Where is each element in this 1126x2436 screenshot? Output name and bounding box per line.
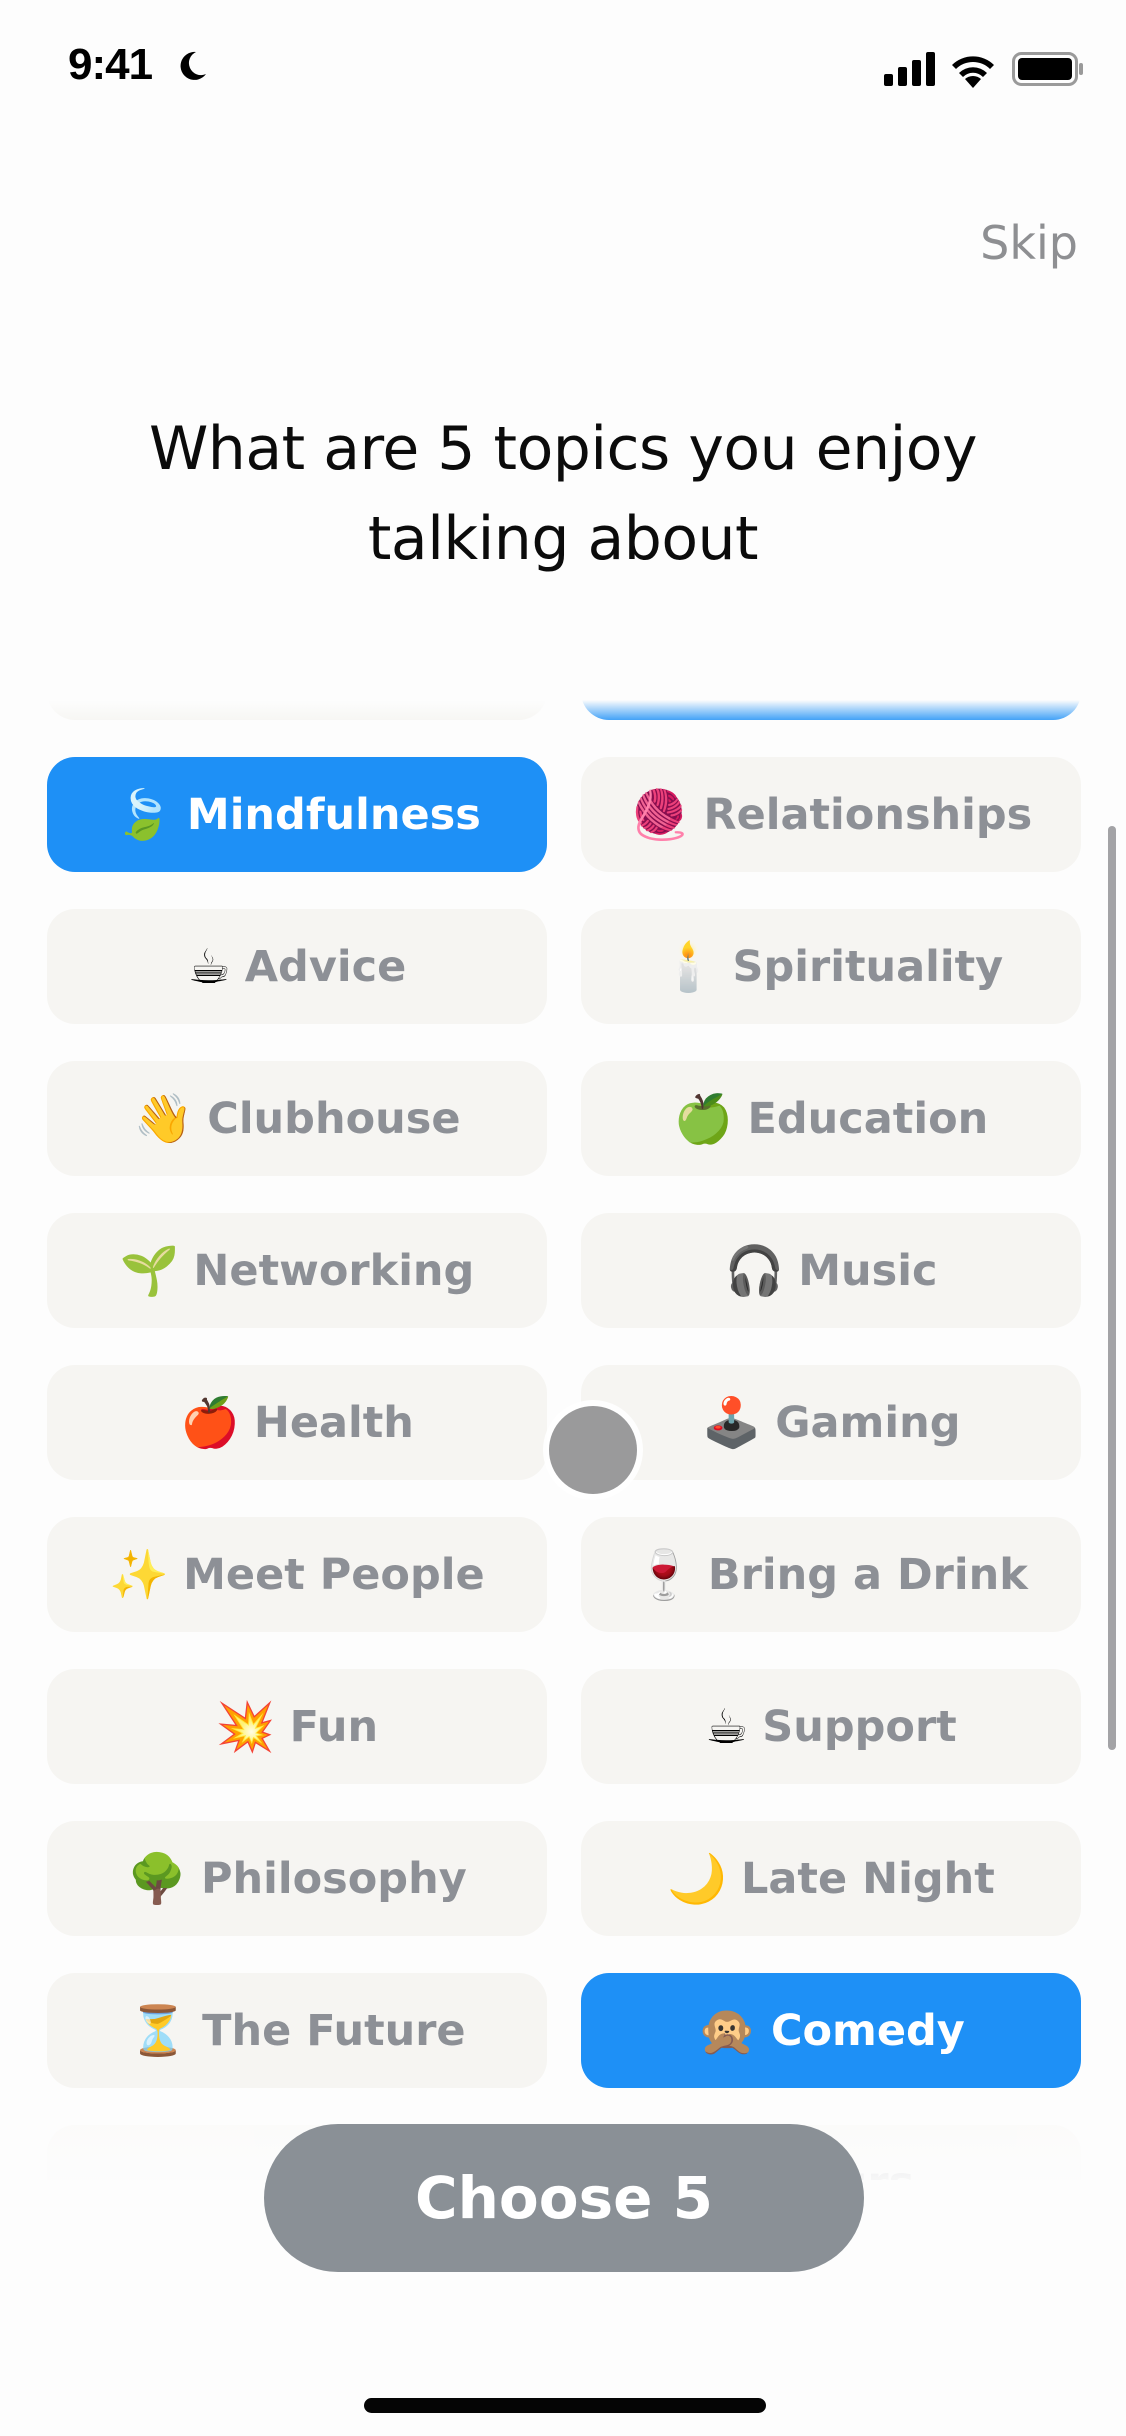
topic-chip[interactable]: 🧶 Relationships [581, 757, 1081, 872]
topic-chip[interactable]: ✨ Meet People [47, 1517, 547, 1632]
topic-emoji-icon: 🙊 [697, 2002, 757, 2059]
topic-chip[interactable]: ☕ Advice [47, 909, 547, 1024]
topic-label: Spirituality [732, 941, 1004, 992]
topic-emoji-icon: ⏳ [128, 2002, 189, 2059]
choose-button[interactable]: Choose 5 [264, 2124, 864, 2272]
topic-label: Fun [289, 1701, 379, 1752]
topic-chip[interactable]: ⏳ The Future [47, 1973, 547, 2088]
topic-label: Music [798, 1245, 938, 1296]
battery-icon [1012, 52, 1083, 86]
topic-chip[interactable]: 🕹️ Gaming [581, 1365, 1081, 1480]
topic-emoji-icon: ✨ [109, 1546, 170, 1603]
topic-label: Advice [244, 941, 407, 992]
topic-label: Gaming [775, 1397, 961, 1448]
topic-chip[interactable]: 🍷 Bring a Drink [581, 1517, 1081, 1632]
topic-chip[interactable]: 💥 Fun [47, 1669, 547, 1784]
moon-icon [180, 51, 206, 80]
topic-chip[interactable]: 🍎 Health [47, 1365, 547, 1480]
topic-emoji-icon: 🌳 [127, 1850, 188, 1907]
topic-label: Comedy [770, 2005, 965, 2056]
topic-chip[interactable]: 🙊 Comedy [581, 1973, 1081, 2088]
topic-label: Education [747, 1093, 989, 1144]
page-title: What are 5 topics you enjoy talking abou… [0, 404, 1126, 584]
topic-emoji-icon: 👋 [133, 1090, 194, 1147]
cellular-signal-icon [884, 52, 935, 86]
topic-label: Health [253, 1397, 414, 1448]
topic-emoji-icon: ☕ [187, 938, 231, 995]
topic-emoji-icon: ☕ [705, 1698, 749, 1755]
topic-chip[interactable]: ☕ Support [581, 1669, 1081, 1784]
topic-emoji-icon: 🕹️ [701, 1394, 762, 1451]
topic-emoji-icon: 🕯️ [658, 938, 719, 995]
topic-emoji-icon: 🌙 [667, 1850, 727, 1907]
topic-label: Clubhouse [207, 1093, 461, 1144]
topic-label: Networking [193, 1245, 475, 1296]
wifi-icon [952, 56, 994, 88]
status-bar: 9:41 [0, 0, 1126, 140]
topic-label: Philosophy [201, 1853, 467, 1904]
topic-chip[interactable]: 🎧 Music [581, 1213, 1081, 1328]
skip-button[interactable]: Skip [980, 216, 1078, 270]
topic-chip[interactable]: 🌙 Late Night [581, 1821, 1081, 1936]
topic-label: Mindfulness [186, 789, 481, 840]
topic-label: Late Night [740, 1853, 995, 1904]
topic-chip[interactable]: 🌱 Networking [47, 1213, 547, 1328]
topic-emoji-icon: 💥 [215, 1698, 276, 1755]
topic-chip[interactable]: 🍃 Mindfulness [47, 757, 547, 872]
topic-label: Bring a Drink [707, 1549, 1028, 1600]
touch-indicator [549, 1406, 637, 1494]
status-time: 9:41 [68, 40, 153, 89]
topic-emoji-icon: 🍏 [673, 1090, 734, 1147]
topic-label: Meet People [183, 1549, 485, 1600]
list-fade-top [0, 700, 1126, 724]
topic-emoji-icon: 🧶 [629, 786, 690, 843]
title-text: What are 5 topics you enjoy talking abou… [148, 414, 978, 574]
topic-emoji-icon: 🍃 [113, 786, 173, 843]
topic-chip[interactable]: 👋 Clubhouse [47, 1061, 547, 1176]
topic-label: The Future [202, 2005, 466, 2056]
topic-emoji-icon: 🌱 [119, 1242, 180, 1299]
topic-chip[interactable]: 🕯️ Spirituality [581, 909, 1081, 1024]
topic-chip[interactable]: 🍏 Education [581, 1061, 1081, 1176]
topic-label: Support [762, 1701, 957, 1752]
topic-chip[interactable]: 🌳 Philosophy [47, 1821, 547, 1936]
scrollbar[interactable] [1108, 826, 1116, 1750]
topic-emoji-icon: 🎧 [724, 1242, 785, 1299]
topic-label: Relationships [703, 789, 1033, 840]
topic-emoji-icon: 🍷 [634, 1546, 694, 1603]
topic-emoji-icon: 🍎 [180, 1394, 240, 1451]
home-indicator[interactable] [364, 2398, 766, 2413]
